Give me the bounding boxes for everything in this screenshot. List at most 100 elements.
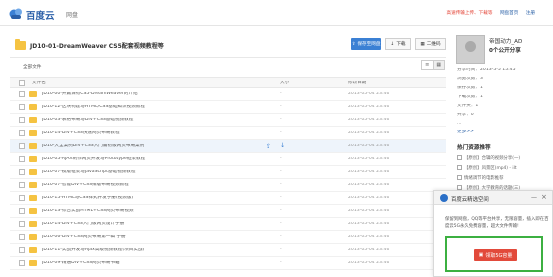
row-checkbox[interactable] [19,91,25,97]
avatar[interactable] [456,35,485,64]
table-row[interactable]: JD10-15-HTML与CSS样式开发手册(视频版) - 2013-05-04 2… [10,192,446,205]
save-to-disk-button[interactable]: ⇪ 保存至网盘 [351,38,381,50]
file-date: 2013-05-04 23:46 [348,235,390,239]
table-row[interactable]: JD10-07-模版框架与JavaScript基础视频教程 - 2013-05-04… [10,166,446,179]
row-checkbox[interactable] [19,143,25,149]
table-row[interactable]: JD10-11-实战开发与Ajax高级视频教程(项目实战) - 2013-05-04… [10,244,446,257]
table-row[interactable]: JD10-07-智能DIV+CSS排版布局视频教程 - 2013-05-04 23:… [10,179,446,192]
row-checkbox[interactable] [19,169,25,175]
row-checkbox[interactable] [19,221,25,227]
baidu-cloud-logo-icon[interactable] [9,7,23,20]
download-icon[interactable]: ↓ [280,142,285,149]
file-date: 2013-05-04 23:46 [348,105,390,109]
file-size: - [280,209,282,213]
file-name[interactable]: JD10-05-AJAX制作网页开发与Prototype框架教程 [42,157,262,162]
list-view-icon[interactable]: ≡ [422,61,433,69]
file-name[interactable]: JD10-07-智能DIV+CSS排版布局视频教程 [42,183,262,188]
file-date: 2013-05-04 23:46 [348,248,390,252]
table-row[interactable]: JD10-03-表格布局与DIV+CSS基础视频教程 - 2013-05-04 23… [10,114,446,127]
hot-item[interactable]: 情绪调节的电影推荐 [457,175,504,181]
grid-view-icon[interactable]: ▦ [432,61,444,69]
hot-item[interactable]: 【原创】合辑的视频分享(一) [457,155,520,161]
folder-title: JD10-01-DreamWeaver CS5配套视频教程等 [30,43,164,50]
download-button[interactable]: ↓ 下载 [385,38,411,50]
file-date: 2013-05-04 23:46 [348,144,390,148]
file-name[interactable]: JD10-03-表格布局与DIV+CSS基础视频教程 [42,118,262,123]
file-name[interactable]: JD10-14-DIV+CSS入门级网页设计手册 [42,222,262,227]
folder-icon [29,143,37,149]
minimize-icon[interactable]: — [531,194,537,201]
file-name[interactable]: JD10-大全案例DIV+CSS入门篇初级网页布局案例 [42,144,262,149]
row-checkbox[interactable] [19,247,25,253]
file-size: - [280,183,282,187]
folder-icon [29,156,37,162]
row-checkbox[interactable] [19,260,25,266]
file-size: - [280,92,282,96]
table-row[interactable]: JD10-14-DIV+CSS入门级网页设计手册 - 2013-05-04 23:4… [10,218,446,231]
save-label: 保存至网盘 [357,42,381,47]
qr-code-button[interactable]: ▦ 二维码 [415,38,446,50]
row-checkbox[interactable] [19,234,25,240]
table-row[interactable]: JD10-09-精通DIV+CSS网页布局书籍 - 2013-05-04 23:46 [10,257,446,270]
file-name[interactable]: JD10-00-开篇课有CS5-DreamWeaver的介绍 [42,92,262,97]
file-name[interactable]: JD10-06-DIV+CSS网页布局第一辑 手册 [42,235,262,240]
file-name[interactable]: JD10-09-精通DIV+CSS网页布局书籍 [42,261,262,266]
top-links: 高速传输上传、下载等 网盘首页 注册 [441,10,535,16]
row-checkbox[interactable] [19,117,25,123]
file-date: 2013-05-04 23:46 [348,222,390,226]
view-toggle: ≡ ▦ [421,60,445,70]
row-checkbox[interactable] [19,208,25,214]
popup-header: 百度云精选空间 — × [434,191,552,205]
share-icon[interactable]: ⇪ [266,143,271,150]
username[interactable]: 帝国动力_AD [489,37,522,45]
info-line: 浏览次数：3 [457,77,483,81]
more-link[interactable]: 更多>> [457,130,474,135]
file-size: - [280,157,282,161]
transfer-link[interactable]: 高速传输上传、下载等 [447,11,493,16]
file-icon [457,175,462,180]
folder-icon [29,117,37,123]
claim-storage-button[interactable]: ▣ 领取5G容量 [474,249,517,261]
gift-icon: ▣ [478,252,484,258]
file-name[interactable]: JD10-11-实战开发与Ajax高级视频教程(项目实战) [42,248,262,253]
table-row[interactable]: JD10-12-区块构建与HTML/CSS基础知识视频教程 - 2013-05-04… [10,101,446,114]
qr-code-icon: ▦ [420,41,425,47]
table-row[interactable]: JD10-06-DIV+CSS网页布局第一辑 手册 - 2013-05-04 23:… [10,231,446,244]
table-row[interactable]: JD10-14-DIV+CSS快速网页布局教程 - 2013-05-04 23:46 [10,127,446,140]
info-line: 分享时间：2013-5-5 15:45 [457,68,516,72]
table-row[interactable]: JD10-大全案例DIV+CSS入门篇初级网页布局案例 ⇪ ↓ 2013-05-04 … [10,140,446,153]
row-checkbox[interactable] [19,104,25,110]
select-all-checkbox[interactable] [19,80,25,86]
breadcrumb[interactable]: 全部文件 [23,64,41,70]
popup-title: 百度云精选空间 [451,197,489,203]
row-checkbox[interactable] [19,182,25,188]
file-name[interactable]: JD10-14-DIV+CSS快速网页布局教程 [42,131,262,136]
table-row[interactable]: JD10-05-AJAX制作网页开发与Prototype框架教程 - 2013-05… [10,153,446,166]
file-name[interactable]: JD10-15-HTML与CSS样式开发手册(视频版) [42,196,262,201]
file-size: - [280,105,282,109]
row-checkbox[interactable] [19,156,25,162]
row-checkbox[interactable] [19,130,25,136]
file-date: 2013-05-04 23:46 [348,118,390,122]
table-header: 文件名 大小 修改日期 [10,77,446,88]
row-checkbox[interactable] [19,195,25,201]
file-size: - [280,170,282,174]
column-name[interactable]: 文件名 [32,81,46,86]
table-row[interactable]: JD10-00-开篇课有CS5-DreamWeaver的介绍 - 2013-05-0… [10,88,446,101]
brand-name[interactable]: 百度云 [26,8,55,22]
qr-label: 二维码 [426,42,441,47]
file-name[interactable]: JD10-12-区块构建与HTML/CSS基础知识视频教程 [42,105,262,110]
hot-item[interactable]: 【原创】风景区(mp4) - ilt [457,165,517,171]
column-size[interactable]: 大小 [280,81,289,86]
table-row[interactable]: JD10-13-综合实战HTML+CSS网页布局视频 - 2013-05-04 23… [10,205,446,218]
popup-body-text: 保留到网盘，QQ等平台共享，无限容量，插入即在百度云5G永久免费容量，超大文件传… [445,217,549,229]
file-date: 2013-05-04 23:46 [348,92,390,96]
file-name[interactable]: JD10-07-模版框架与JavaScript基础视频教程 [42,170,262,175]
folder-icon [29,234,37,240]
column-date[interactable]: 修改日期 [348,81,366,86]
register-link[interactable]: 注册 [526,11,535,16]
file-name[interactable]: JD10-13-综合实战HTML+CSS网页布局视频 [42,209,262,214]
section-name[interactable]: 网盘 [66,10,78,19]
home-link[interactable]: 网盘首页 [500,11,518,16]
close-icon[interactable]: × [541,193,547,201]
